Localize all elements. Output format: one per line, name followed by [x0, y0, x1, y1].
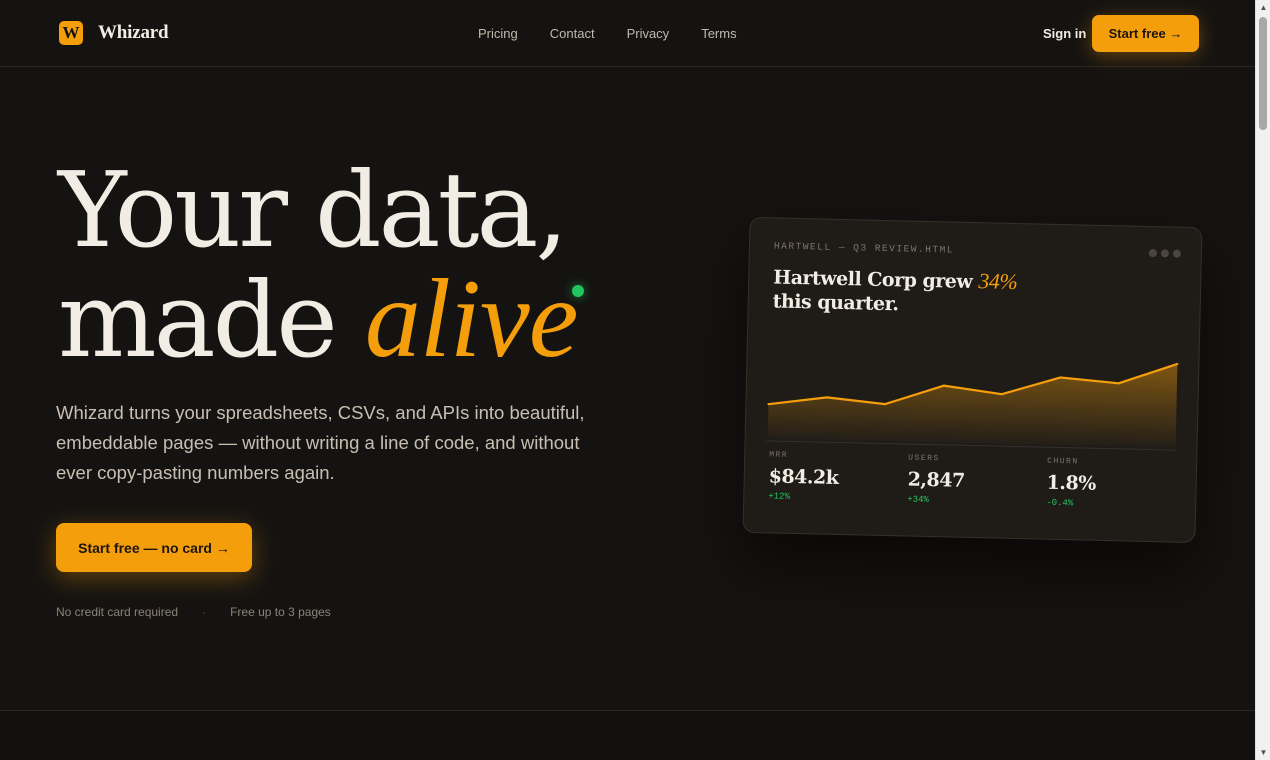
site-header: W Whizard Pricing Contact Privacy Terms …	[0, 0, 1255, 67]
stat-users-delta: +34%	[907, 494, 929, 506]
hero-headline-line1: Your data,	[58, 149, 568, 271]
stat-users: USERS 2,847 +34%	[907, 454, 965, 506]
stat-users-value: 2,847	[907, 468, 965, 492]
brand-name: Whizard	[98, 22, 169, 43]
main-nav: Pricing Contact Privacy Terms	[478, 26, 769, 41]
note-separator: ·	[202, 605, 207, 619]
scroll-down-icon[interactable]: ▼	[1256, 745, 1270, 760]
logo-mark: W	[59, 21, 83, 45]
status-dot	[572, 285, 584, 297]
logo[interactable]: W Whizard	[59, 21, 169, 45]
scroll-up-icon[interactable]: ▲	[1256, 0, 1270, 15]
stat-mrr-label: MRR	[769, 450, 789, 460]
card-title-pct: 34%	[978, 268, 1018, 294]
hero-headline-accent: alive	[364, 257, 579, 381]
stat-churn-delta: -0.4%	[1046, 497, 1074, 509]
nav-terms[interactable]: Terms	[701, 26, 736, 41]
preview-card: HARTWELL — Q3 REVIEW.HTML Hartwell Corp …	[742, 216, 1203, 544]
stat-mrr-delta: +12%	[768, 491, 791, 502]
nav-pricing[interactable]: Pricing	[478, 26, 518, 41]
stat-churn-label: CHURN	[1047, 456, 1079, 467]
start-free-no-card-button[interactable]: Start free — no card →	[56, 523, 252, 572]
chart-area-fill	[767, 363, 1178, 448]
card-file-name: HARTWELL — Q3 REVIEW.HTML	[773, 240, 955, 256]
stat-churn: CHURN 1.8% -0.4%	[1046, 457, 1096, 509]
hero-notes: No credit card required · Free up to 3 p…	[56, 605, 331, 619]
card-title-post: this quarter.	[772, 290, 899, 316]
next-section	[0, 711, 1255, 760]
area-chart	[767, 362, 1179, 448]
nav-contact[interactable]: Contact	[550, 26, 595, 41]
card-title: Hartwell Corp grew 34% this quarter.	[772, 264, 1017, 319]
preview-card-body: HARTWELL — Q3 REVIEW.HTML Hartwell Corp …	[742, 216, 1203, 544]
note-free-pages: Free up to 3 pages	[230, 605, 331, 619]
window-dots-icon	[1145, 248, 1182, 258]
stat-mrr-value: $84.2k	[768, 465, 839, 489]
landing-page: W Whizard Pricing Contact Privacy Terms …	[0, 0, 1255, 760]
stat-users-label: USERS	[908, 453, 940, 464]
stat-churn-value: 1.8%	[1046, 471, 1097, 495]
hero-subtitle: Whizard turns your spreadsheets, CSVs, a…	[56, 402, 585, 483]
nav-privacy[interactable]: Privacy	[627, 26, 670, 41]
card-title-pre: Hartwell Corp grew	[773, 266, 979, 294]
hero-headline-plain: made	[58, 259, 365, 381]
note-no-card: No credit card required	[56, 605, 179, 619]
stat-mrr: MRR $84.2k +12%	[768, 450, 839, 503]
page-scrollbar[interactable]: ▲ ▼	[1255, 0, 1270, 760]
start-free-button[interactable]: Start free →	[1092, 15, 1199, 52]
hero-headline-line2: made alive	[58, 263, 578, 375]
scroll-thumb[interactable]	[1259, 17, 1267, 130]
sign-in-link[interactable]: Sign in	[1043, 26, 1086, 41]
